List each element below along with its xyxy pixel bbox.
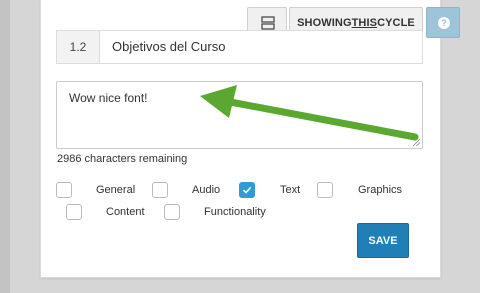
characters-remaining: 2986 characters remaining [57,153,188,165]
objective-row: 1.2 Objetivos del Curso [56,30,423,64]
objective-title: Objetivos del Curso [112,39,226,54]
layout-icon [261,16,275,30]
objective-number: 1.2 [57,31,100,63]
resize-grip-icon[interactable] [412,138,420,146]
checkbox-content[interactable] [66,204,82,220]
help-icon: ? [438,17,450,29]
save-button[interactable]: SAVE [357,223,409,258]
left-strip [0,0,10,293]
checkmark-icon [242,186,252,194]
checkbox-label-general: General [96,184,136,196]
showing-suffix: CYCLE [377,16,415,29]
checkbox-label-content: Content [106,206,145,218]
checkbox-label-text: Text [280,184,301,196]
help-button[interactable]: ? [426,7,460,38]
checkbox-general[interactable] [56,182,72,198]
checkbox-audio[interactable] [152,182,168,198]
checkbox-graphics[interactable] [317,182,333,198]
checkbox-label-functionality: Functionality [204,206,266,218]
showing-emphasis: THIS [351,16,378,29]
showing-prefix: SHOWING [297,16,352,29]
stage: SHOWING THIS CYCLE ? 1.2 Objetivos del C… [0,0,480,293]
comment-text: Wow nice font! [69,91,148,105]
checkbox-functionality[interactable] [164,204,180,220]
checkbox-label-graphics: Graphics [358,184,403,196]
checkbox-text[interactable] [239,182,255,198]
comment-textarea[interactable]: Wow nice font! [56,81,423,149]
checkbox-label-audio: Audio [192,184,221,196]
